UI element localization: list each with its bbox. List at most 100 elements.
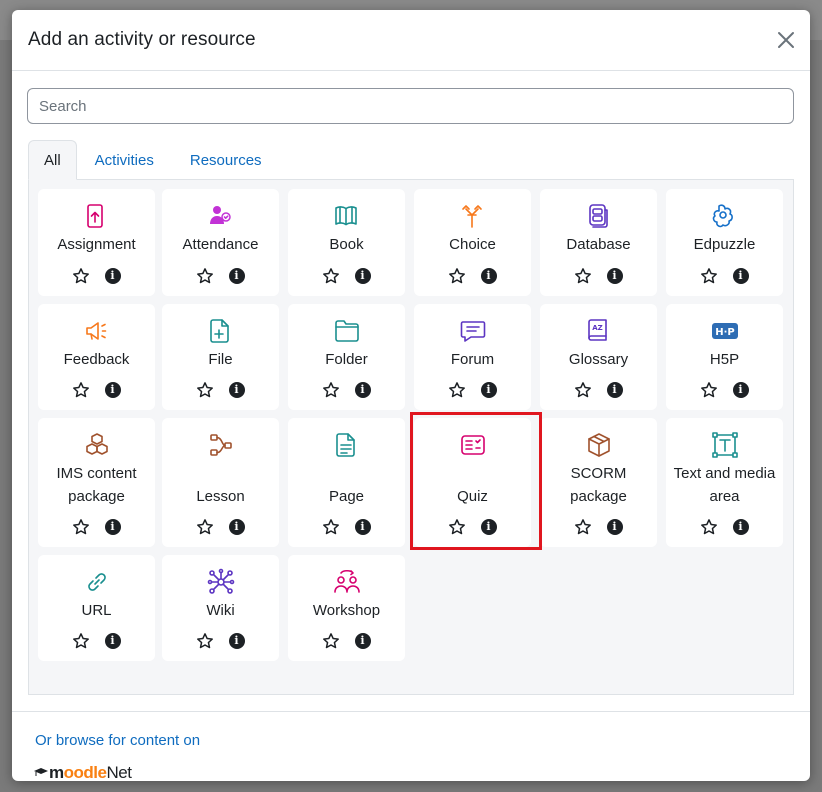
star-button[interactable] — [72, 267, 90, 285]
info-button[interactable]: i — [354, 632, 372, 650]
info-icon: i — [104, 633, 121, 649]
star-button[interactable] — [700, 267, 718, 285]
scorm-icon — [587, 433, 610, 457]
activity-icon-wrapper — [333, 202, 361, 230]
activity-name: Glossary — [568, 351, 629, 368]
star-button[interactable] — [448, 267, 466, 285]
star-button[interactable] — [322, 267, 340, 285]
activity-card-assignment[interactable]: Assignment i — [38, 189, 155, 296]
info-icon: i — [732, 382, 749, 398]
activity-name: Lesson — [196, 488, 245, 505]
info-button[interactable]: i — [354, 381, 372, 399]
activity-card-folder[interactable]: Folder i — [288, 304, 405, 410]
activity-name: Database — [566, 236, 631, 253]
star-button[interactable] — [196, 381, 214, 399]
star-icon — [574, 382, 591, 398]
activity-card-quiz[interactable]: Quiz i — [414, 418, 531, 547]
info-button[interactable]: i — [228, 632, 246, 650]
activity-card-choice[interactable]: Choice i — [414, 189, 531, 296]
star-button[interactable] — [72, 632, 90, 650]
tab-activities[interactable]: Activities — [77, 140, 172, 180]
star-button[interactable] — [322, 518, 340, 536]
info-button[interactable]: i — [104, 267, 122, 285]
info-button[interactable]: i — [228, 518, 246, 536]
activity-card-scorm[interactable]: SCORM package i — [540, 418, 657, 547]
activity-icon-wrapper — [459, 202, 487, 230]
activity-icon-wrapper: H·P — [711, 317, 739, 345]
star-button[interactable] — [196, 518, 214, 536]
info-button[interactable]: i — [354, 267, 372, 285]
star-button[interactable] — [700, 381, 718, 399]
tab-panel-all: Assignment i Attendance i Book i Choice i Databa… — [28, 179, 794, 695]
browse-moodlenet-link[interactable]: Or browse for content on — [35, 732, 200, 749]
star-button[interactable] — [196, 267, 214, 285]
activity-card-glossary[interactable]: AZ Glossary i — [540, 304, 657, 410]
activity-card-workshop[interactable]: Workshop i — [288, 555, 405, 661]
info-button[interactable]: i — [354, 518, 372, 536]
star-button[interactable] — [72, 381, 90, 399]
star-button[interactable] — [448, 381, 466, 399]
activity-name: Text and media area — [673, 465, 776, 505]
activity-card-text-media[interactable]: Text and media area i — [666, 418, 783, 547]
wiki-icon — [207, 568, 234, 594]
moodlenet-logo[interactable]: m oodle Net — [34, 763, 132, 781]
star-button[interactable] — [574, 518, 592, 536]
info-icon: i — [480, 382, 497, 398]
tab-resources[interactable]: Resources — [172, 140, 280, 180]
activity-icon-wrapper — [207, 202, 235, 230]
activity-card-edpuzzle[interactable]: Edpuzzle i — [666, 189, 783, 296]
star-icon — [448, 382, 465, 398]
info-button[interactable]: i — [228, 267, 246, 285]
info-button[interactable]: i — [606, 381, 624, 399]
activity-card-book[interactable]: Book i — [288, 189, 405, 296]
info-button[interactable]: i — [732, 381, 750, 399]
info-button[interactable]: i — [104, 632, 122, 650]
activity-card-feedback[interactable]: Feedback i — [38, 304, 155, 410]
star-button[interactable] — [322, 632, 340, 650]
star-button[interactable] — [448, 518, 466, 536]
activity-actions: i — [162, 518, 279, 536]
info-button[interactable]: i — [228, 381, 246, 399]
info-button[interactable]: i — [606, 518, 624, 536]
close-button[interactable] — [772, 26, 800, 54]
activity-icon-wrapper — [711, 202, 739, 230]
info-icon: i — [732, 268, 749, 284]
star-icon — [700, 519, 717, 535]
activity-card-page[interactable]: Page i — [288, 418, 405, 547]
file-icon — [209, 319, 229, 343]
info-button[interactable]: i — [732, 267, 750, 285]
activity-card-lesson[interactable]: Lesson i — [162, 418, 279, 547]
star-button[interactable] — [322, 381, 340, 399]
activity-card-wiki[interactable]: Wiki i — [162, 555, 279, 661]
star-button[interactable] — [574, 381, 592, 399]
activity-card-h5p[interactable]: H·P H5P i — [666, 304, 783, 410]
star-button[interactable] — [574, 267, 592, 285]
activity-card-database[interactable]: Database i — [540, 189, 657, 296]
tab-all[interactable]: All — [28, 140, 77, 180]
activity-card-forum[interactable]: Forum i — [414, 304, 531, 410]
info-icon: i — [480, 268, 497, 284]
info-button[interactable]: i — [480, 518, 498, 536]
activity-card-file[interactable]: File i — [162, 304, 279, 410]
book-icon — [334, 206, 357, 226]
modal-footer: Or browse for content on m oodle Net — [12, 711, 810, 781]
activity-card-attendance[interactable]: Attendance i — [162, 189, 279, 296]
info-button[interactable]: i — [480, 267, 498, 285]
search-input[interactable] — [27, 88, 794, 124]
star-icon — [322, 268, 339, 284]
assignment-icon — [86, 204, 103, 228]
info-button[interactable]: i — [480, 381, 498, 399]
info-button[interactable]: i — [104, 381, 122, 399]
star-button[interactable] — [72, 518, 90, 536]
info-icon: i — [354, 519, 371, 535]
star-button[interactable] — [700, 518, 718, 536]
activity-card-url[interactable]: URL i — [38, 555, 155, 661]
star-icon — [72, 268, 89, 284]
star-button[interactable] — [196, 632, 214, 650]
info-button[interactable]: i — [104, 518, 122, 536]
info-button[interactable]: i — [732, 518, 750, 536]
activity-card-ims-package[interactable]: IMS content package i — [38, 418, 155, 547]
info-button[interactable]: i — [606, 267, 624, 285]
url-icon — [87, 573, 106, 591]
info-icon: i — [228, 382, 245, 398]
